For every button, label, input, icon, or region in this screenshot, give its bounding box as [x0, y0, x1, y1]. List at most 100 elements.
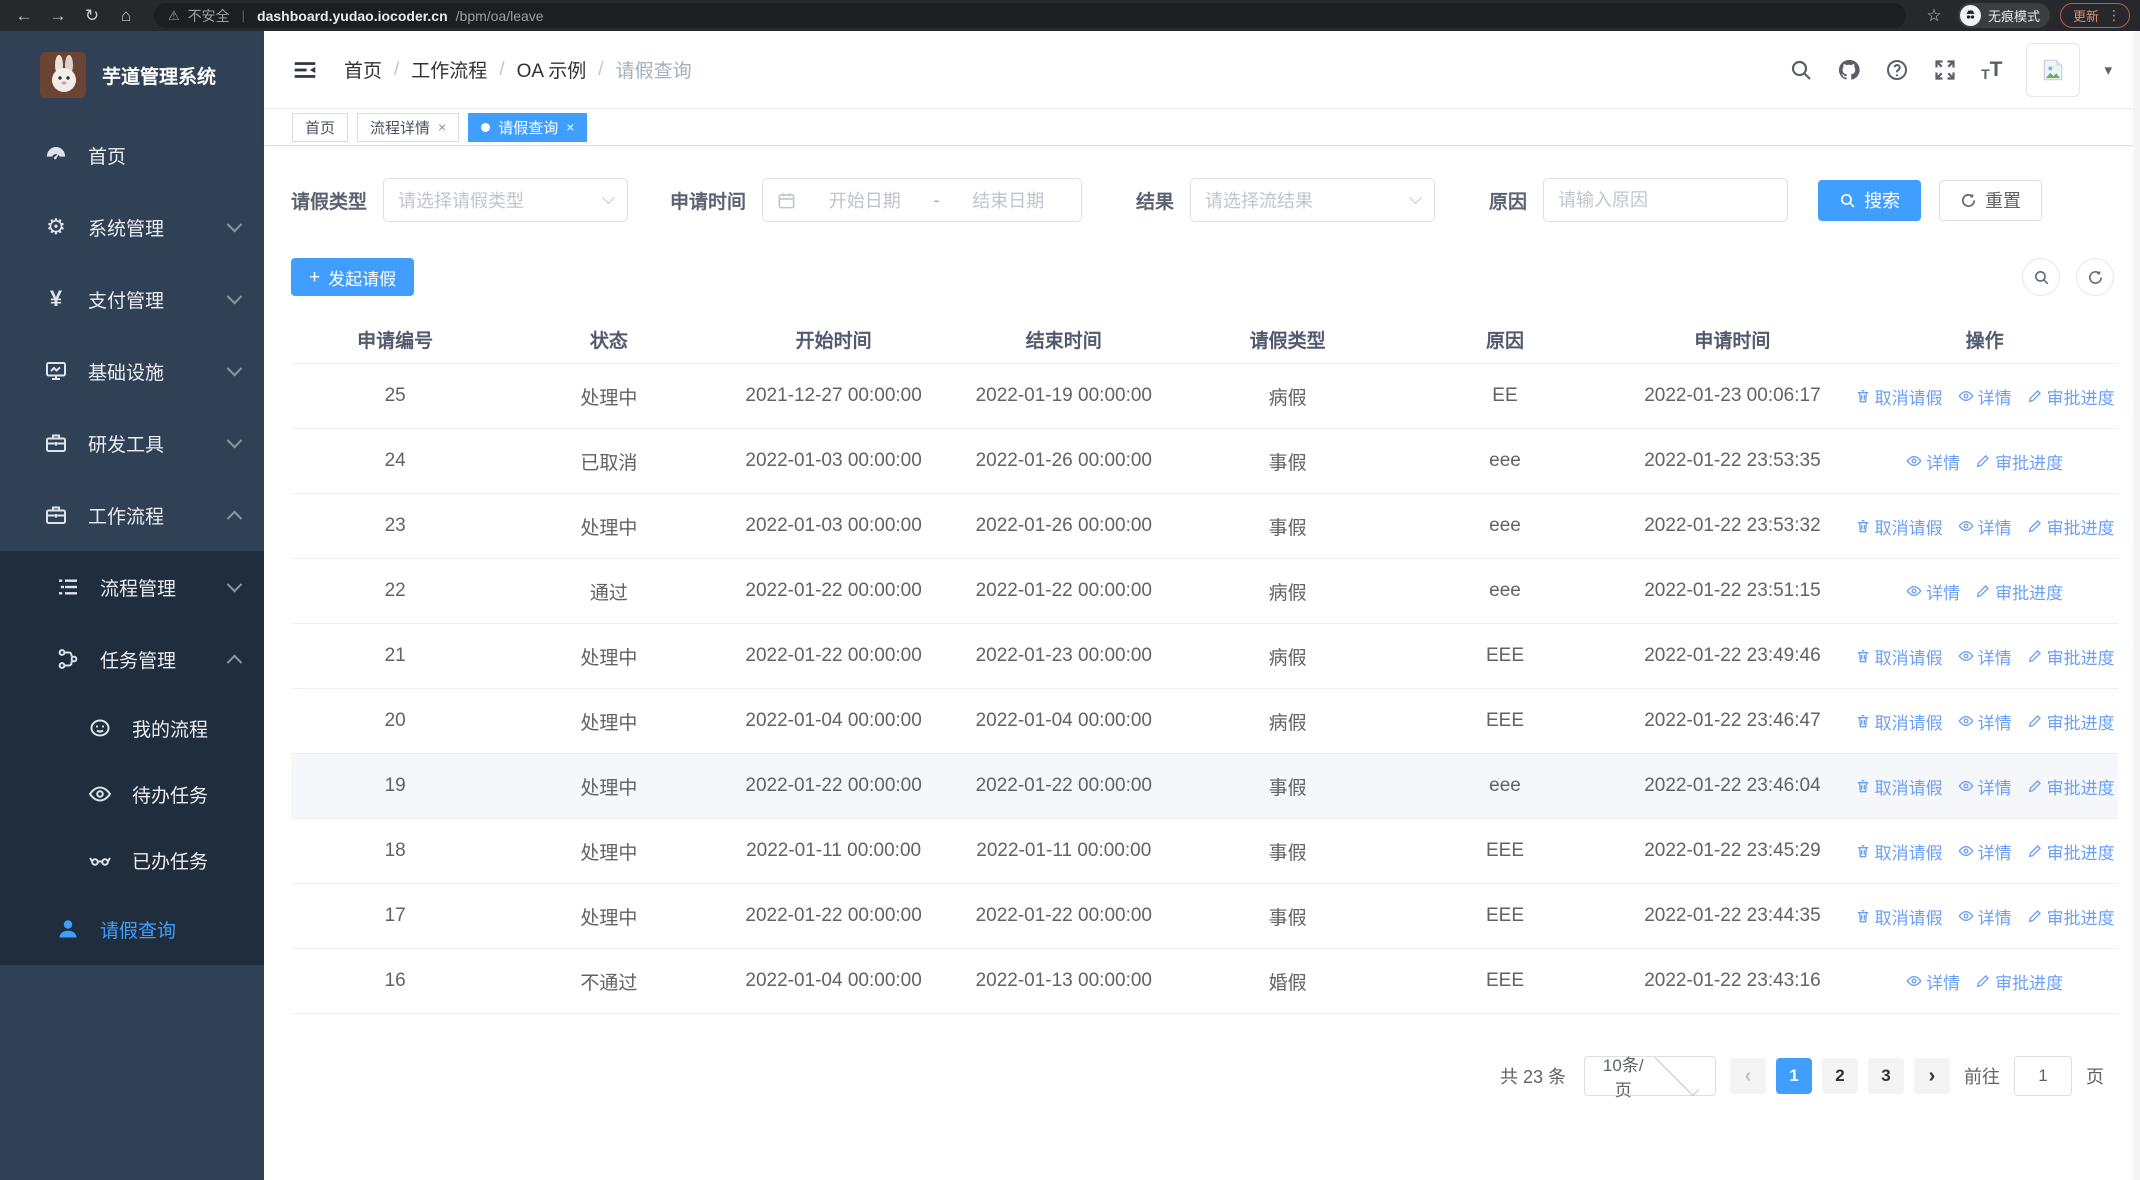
- toggle-search-button[interactable]: [2022, 258, 2060, 296]
- header-search-icon[interactable]: [1789, 58, 1813, 82]
- incognito-badge: 无痕模式: [1957, 3, 2050, 28]
- sidebar-item-task-management[interactable]: 任务管理: [0, 623, 264, 695]
- tab-process-detail[interactable]: 流程详情 ×: [357, 112, 460, 142]
- start-date-input[interactable]: 开始日期: [806, 187, 924, 213]
- bookmark-star-icon[interactable]: ☆: [1920, 7, 1948, 24]
- update-button[interactable]: 更新 ⋮: [2059, 3, 2130, 28]
- detail-link[interactable]: 详情: [1958, 839, 2012, 864]
- goto-label: 前往: [1964, 1067, 2000, 1087]
- table-row: 21 处理中 2022-01-22 00:00:00 2022-01-23 00…: [291, 624, 2118, 689]
- page-number-button[interactable]: 2: [1822, 1058, 1858, 1094]
- sidebar-item-process-management[interactable]: 流程管理: [0, 551, 264, 623]
- detail-link[interactable]: 详情: [1958, 904, 2012, 929]
- tab-leave-query[interactable]: 请假查询 ×: [468, 112, 588, 142]
- forward-icon[interactable]: →: [44, 7, 72, 24]
- leave-type-select[interactable]: 请选择请假类型: [383, 178, 629, 222]
- result-select[interactable]: 请选择流结果: [1190, 178, 1436, 222]
- detail-link[interactable]: 详情: [1906, 969, 1960, 994]
- detail-link[interactable]: 详情: [1906, 449, 1960, 474]
- top-navbar: 首页 / 工作流程 / OA 示例 / 请假查询 T T ▾: [264, 31, 2140, 109]
- approval-progress-link[interactable]: 审批进度: [2027, 514, 2115, 539]
- sidebar-item-payment[interactable]: ¥ 支付管理: [0, 263, 264, 335]
- goto-page-input[interactable]: [2014, 1056, 2072, 1096]
- browser-menu-icon[interactable]: ⋮: [2107, 7, 2121, 24]
- sidebar-item-dev-tools[interactable]: 研发工具: [0, 407, 264, 479]
- detail-link[interactable]: 详情: [1958, 514, 2012, 539]
- approval-progress-link[interactable]: 审批进度: [1975, 449, 2063, 474]
- cancel-leave-link[interactable]: 取消请假: [1855, 644, 1943, 669]
- caret-down-icon[interactable]: ▾: [2104, 61, 2112, 79]
- sidebar-item-my-processes[interactable]: 我的流程: [0, 695, 264, 761]
- view-icon: [1958, 650, 1974, 662]
- reload-icon[interactable]: ↻: [78, 7, 106, 24]
- sidebar-item-todo-tasks[interactable]: 待办任务: [0, 761, 264, 827]
- breadcrumb-oa-example[interactable]: OA 示例: [517, 56, 587, 83]
- sidebar-item-leave-query[interactable]: 请假查询: [0, 893, 264, 965]
- status-text: 已取消: [580, 452, 638, 474]
- page-size-select[interactable]: 10条/页: [1584, 1051, 1716, 1100]
- sidebar-item-home[interactable]: 首页: [0, 119, 264, 191]
- approval-progress-link[interactable]: 审批进度: [2027, 904, 2115, 929]
- edit-icon: [1976, 975, 1990, 988]
- cancel-leave-link[interactable]: 取消请假: [1855, 384, 1943, 409]
- end-date-input[interactable]: 结束日期: [950, 187, 1068, 213]
- sidebar-item-system[interactable]: ⚙ 系统管理: [0, 191, 264, 263]
- prev-page-button[interactable]: ‹: [1730, 1058, 1766, 1094]
- refresh-table-button[interactable]: [2076, 258, 2114, 296]
- fullscreen-icon[interactable]: [1933, 58, 1957, 82]
- reason-input[interactable]: [1543, 178, 1789, 222]
- tab-home[interactable]: 首页: [292, 112, 349, 142]
- detail-link[interactable]: 详情: [1958, 774, 2012, 799]
- cancel-leave-link[interactable]: 取消请假: [1855, 514, 1943, 539]
- approval-progress-link[interactable]: 审批进度: [2027, 839, 2115, 864]
- breadcrumb-home[interactable]: 首页: [344, 56, 382, 83]
- detail-link[interactable]: 详情: [1906, 579, 1960, 604]
- approval-progress-link[interactable]: 审批进度: [2027, 709, 2115, 734]
- delete-icon: [1857, 520, 1868, 533]
- close-icon[interactable]: ×: [438, 119, 446, 135]
- sidebar-item-infrastructure[interactable]: 基础设施: [0, 335, 264, 407]
- cancel-leave-link[interactable]: 取消请假: [1855, 839, 1943, 864]
- table-row: 22 通过 2022-01-22 00:00:00 2022-01-22 00:…: [291, 559, 2118, 624]
- delete-icon: [1857, 910, 1868, 923]
- github-icon[interactable]: [1837, 58, 1861, 82]
- sidebar-item-done-tasks[interactable]: 已办任务: [0, 827, 264, 893]
- reset-button[interactable]: 重置: [1939, 179, 2043, 221]
- sidebar-collapse-icon[interactable]: [292, 57, 318, 83]
- next-page-button[interactable]: ›: [1914, 1058, 1950, 1094]
- detail-link[interactable]: 详情: [1958, 384, 2012, 409]
- create-leave-button[interactable]: + 发起请假: [291, 258, 415, 296]
- tag-tabs-bar: 首页 流程详情 × 请假查询 ×: [264, 109, 2140, 146]
- breadcrumb-workflow[interactable]: 工作流程: [411, 56, 487, 83]
- cancel-leave-link[interactable]: 取消请假: [1855, 774, 1943, 799]
- detail-link[interactable]: 详情: [1958, 709, 2012, 734]
- approval-progress-link[interactable]: 审批进度: [2027, 384, 2115, 409]
- edit-icon: [1976, 585, 1990, 598]
- calendar-icon: [777, 191, 796, 210]
- address-bar[interactable]: ⚠ 不安全 | dashboard.yudao.iocoder.cn/bpm/o…: [154, 3, 1906, 28]
- approval-progress-link[interactable]: 审批进度: [1975, 969, 2063, 994]
- status-text: 通过: [589, 582, 628, 604]
- back-icon[interactable]: ←: [10, 7, 38, 24]
- help-icon[interactable]: [1885, 58, 1909, 82]
- page-number-button[interactable]: 3: [1868, 1058, 1904, 1094]
- search-button[interactable]: 搜索: [1818, 179, 1922, 221]
- eye-icon: [88, 782, 112, 806]
- apply-time-range-picker[interactable]: 开始日期 - 结束日期: [762, 178, 1083, 222]
- avatar[interactable]: [2026, 42, 2081, 97]
- home-icon[interactable]: ⌂: [112, 7, 140, 24]
- approval-progress-link[interactable]: 审批进度: [1975, 579, 2063, 604]
- close-icon[interactable]: ×: [566, 119, 574, 135]
- font-size-icon[interactable]: TT: [1981, 58, 2002, 82]
- edit-icon: [2028, 390, 2041, 403]
- approval-progress-link[interactable]: 审批进度: [2027, 644, 2115, 669]
- scrollbar[interactable]: [2133, 31, 2140, 1180]
- page-number-button[interactable]: 1: [1776, 1058, 1812, 1094]
- status-text: 处理中: [580, 842, 638, 864]
- approval-progress-link[interactable]: 审批进度: [2027, 774, 2115, 799]
- app-logo-row[interactable]: 芋道管理系统: [0, 31, 264, 119]
- detail-link[interactable]: 详情: [1958, 644, 2012, 669]
- cancel-leave-link[interactable]: 取消请假: [1855, 709, 1943, 734]
- cancel-leave-link[interactable]: 取消请假: [1855, 904, 1943, 929]
- sidebar-item-workflow[interactable]: 工作流程: [0, 479, 264, 551]
